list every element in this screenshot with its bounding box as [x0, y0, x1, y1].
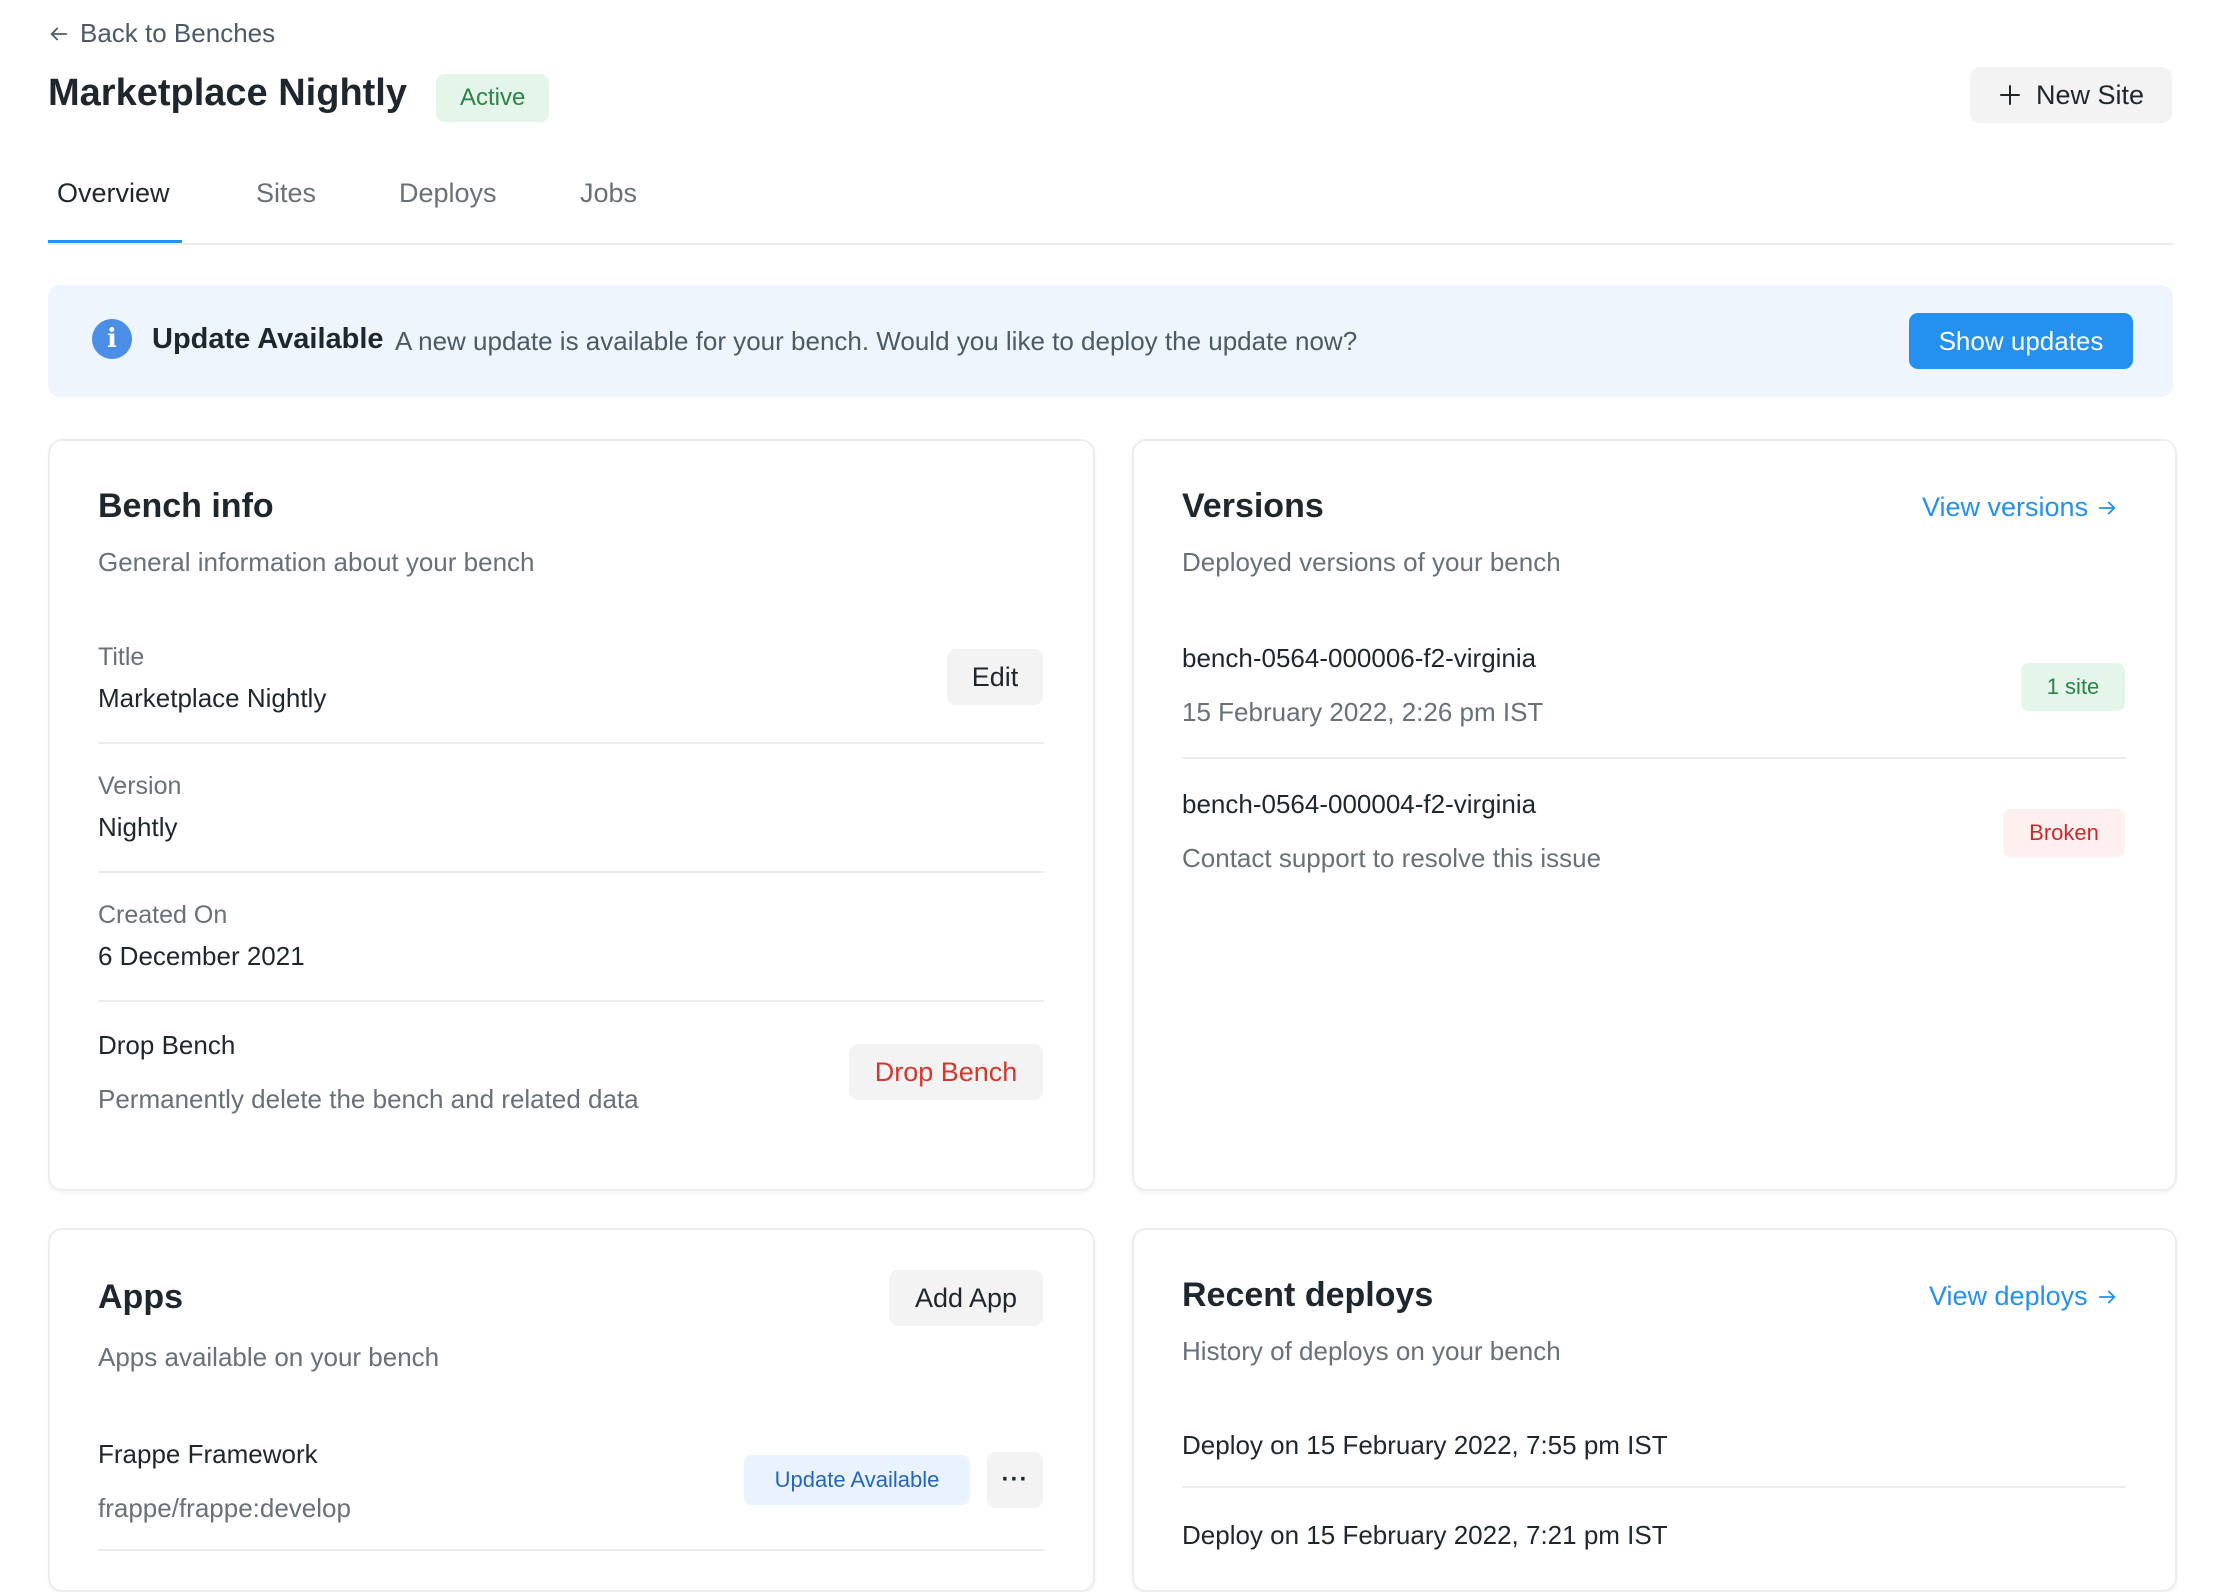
show-updates-button[interactable]: Show updates [1909, 313, 2133, 369]
apps-subtitle: Apps available on your bench [98, 1342, 440, 1372]
field-value-title: Marketplace Nightly [98, 683, 327, 713]
versions-title: Versions [1182, 487, 1324, 525]
bench-info-title: Bench info [98, 487, 274, 525]
apps-card: Apps Add App Apps available on your benc… [48, 1228, 1095, 1592]
versions-subtitle: Deployed versions of your bench [1182, 547, 1561, 577]
deploy-item[interactable]: Deploy on 15 February 2022, 7:21 pm IST [1182, 1520, 1668, 1551]
view-versions-label: View versions [1922, 492, 2089, 522]
divider [98, 1549, 1044, 1551]
app-more-options-button[interactable]: ··· [987, 1452, 1043, 1508]
arrow-right-icon [2098, 1290, 2115, 1303]
plus-icon [1999, 85, 2020, 105]
recent-deploys-subtitle: History of deploys on your bench [1182, 1336, 1561, 1366]
recent-deploys-card: Recent deploys View deploys History of d… [1132, 1228, 2177, 1592]
arrow-left-icon [50, 27, 68, 40]
version-deployed-date: 15 February 2022, 2:26 pm IST [1182, 697, 1544, 727]
tab-overview[interactable]: Overview [57, 178, 170, 209]
new-site-label: New Site [2035, 79, 2145, 110]
deploy-item[interactable]: Deploy on 15 February 2022, 7:55 pm IST [1182, 1430, 1668, 1461]
edit-title-button[interactable]: Edit [947, 649, 1043, 705]
sites-count-badge: 1 site [2021, 663, 2125, 711]
view-versions-link[interactable]: View versions [1922, 492, 2118, 523]
app-repo: frappe/frappe:develop [98, 1493, 351, 1523]
new-site-button[interactable]: New Site [1970, 67, 2172, 123]
add-app-button[interactable]: Add App [889, 1270, 1043, 1326]
view-deploys-label: View deploys [1929, 1281, 2088, 1311]
version-issue-text: Contact support to resolve this issue [1182, 843, 1602, 873]
update-banner: i Update Available A new update is avail… [48, 285, 2173, 397]
divider [98, 1000, 1044, 1002]
app-name: Frappe Framework [98, 1439, 318, 1469]
divider [1182, 757, 2126, 759]
drop-bench-button[interactable]: Drop Bench [849, 1044, 1043, 1100]
bench-info-card: Bench info General information about you… [48, 439, 1095, 1191]
bench-overview-page: Back to Benches Marketplace Nightly Acti… [0, 0, 2226, 1592]
bench-info-subtitle: General information about your bench [98, 547, 535, 577]
view-deploys-link[interactable]: View deploys [1929, 1281, 2118, 1312]
divider [1182, 1486, 2126, 1488]
broken-badge: Broken [2003, 809, 2125, 857]
page-title: Marketplace Nightly [48, 72, 407, 114]
field-label-version: Version [98, 772, 182, 800]
info-icon: i [92, 319, 132, 359]
divider [98, 742, 1044, 744]
field-label-title: Title [98, 643, 145, 671]
recent-deploys-title: Recent deploys [1182, 1276, 1434, 1314]
field-value-created-on: 6 December 2021 [98, 941, 305, 971]
tab-sites[interactable]: Sites [256, 178, 316, 209]
back-link-label: Back to Benches [80, 18, 276, 48]
field-value-version: Nightly [98, 812, 178, 842]
drop-bench-title: Drop Bench [98, 1030, 236, 1060]
drop-bench-description: Permanently delete the bench and related… [98, 1084, 639, 1114]
tab-jobs[interactable]: Jobs [580, 178, 637, 209]
status-badge: Active [436, 74, 550, 122]
banner-title: Update Available [152, 323, 384, 355]
banner-message: A new update is available for your bench… [395, 326, 1358, 356]
version-name[interactable]: bench-0564-000004-f2-virginia [1182, 789, 1536, 820]
back-to-benches-link[interactable]: Back to Benches [48, 18, 275, 49]
tab-bar: Overview Sites Deploys Jobs [48, 170, 2173, 245]
active-tab-indicator [48, 240, 182, 243]
version-name[interactable]: bench-0564-000006-f2-virginia [1182, 643, 1536, 674]
app-update-available-badge: Update Available [744, 1455, 970, 1505]
versions-card: Versions View versions Deployed versions… [1132, 439, 2177, 1191]
arrow-right-icon [2098, 501, 2116, 514]
tab-deploys[interactable]: Deploys [399, 178, 497, 209]
field-label-created-on: Created On [98, 901, 228, 929]
divider [98, 871, 1044, 873]
apps-title: Apps [98, 1278, 183, 1316]
